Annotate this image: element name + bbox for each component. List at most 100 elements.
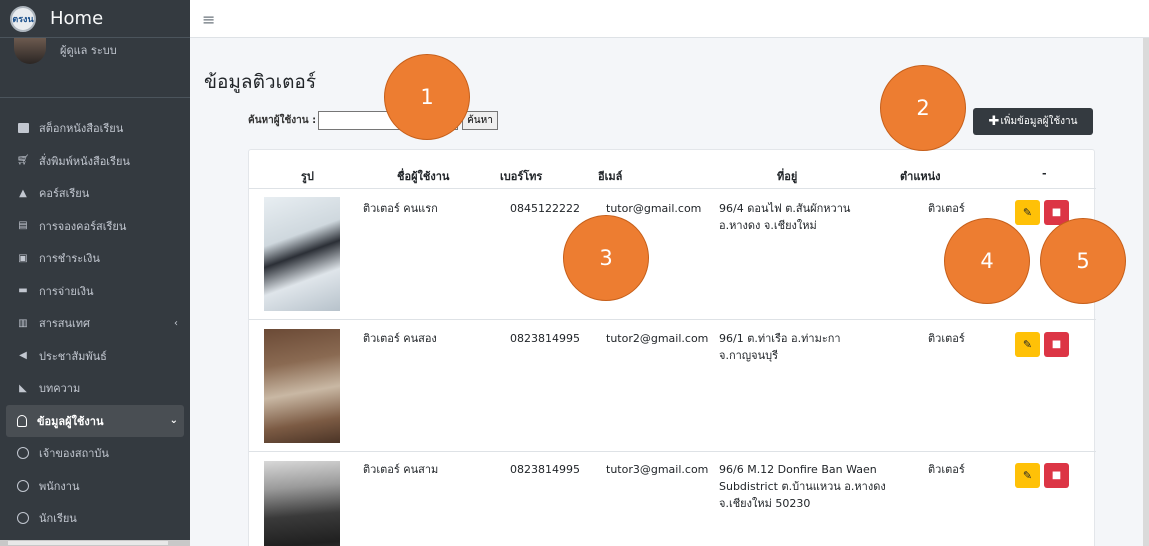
phone-cell: 0823814995: [510, 463, 580, 476]
document-icon: ▤: [18, 220, 28, 232]
avatar: [14, 38, 46, 64]
credit-card-icon: ▬: [18, 285, 28, 297]
column-header: อีเมล์: [598, 170, 623, 183]
sidebar-item-label: เจ้าของสถาบัน: [39, 447, 109, 461]
brand-logo: ตรงน: [10, 5, 36, 32]
sidebar-item-label: ประชาสัมพันธ์: [39, 349, 107, 363]
sidebar-item-label: นักเรียน: [39, 512, 77, 526]
sidebar-item-label: พนักงาน: [39, 479, 80, 493]
chevron-down-icon: ⌄: [169, 415, 178, 427]
position-cell: ติวเตอร์: [928, 202, 965, 215]
search-button[interactable]: ค้นหา: [462, 111, 498, 130]
column-header: ชื่อผู้ใช้งาน: [397, 170, 450, 183]
column-header: รูป: [301, 170, 314, 183]
circle-icon: [17, 512, 29, 525]
edit-button[interactable]: ✎: [1015, 200, 1040, 225]
rss-icon: ◣: [19, 382, 27, 394]
phone-cell: 0823814995: [510, 332, 580, 345]
trash-icon: ■: [1051, 207, 1062, 218]
tutor-photo: [264, 197, 340, 311]
sidebar-subitem-staff[interactable]: พนักงาน: [0, 470, 190, 503]
chart-icon: ▥: [18, 317, 28, 329]
trash-icon: ■: [1051, 470, 1062, 481]
edit-icon: ✎: [1022, 469, 1033, 482]
edit-icon: ✎: [1022, 338, 1033, 351]
edit-icon: ✎: [1022, 206, 1033, 219]
sidebar-subitem-student[interactable]: นักเรียน: [0, 502, 190, 535]
sidebar-item-label: สารสนเทศ: [39, 317, 91, 331]
scrollbar-thumb[interactable]: [8, 541, 168, 545]
user-name: ผู้ดูแล ระบบ: [60, 44, 117, 57]
sidebar-item-announcement[interactable]: ◀ ประชาสัมพันธ์: [0, 340, 190, 373]
menu-icon[interactable]: ≡: [202, 10, 215, 29]
sidebar-item-payout[interactable]: ▬ การจ่ายเงิน: [0, 275, 190, 308]
top-navbar: ≡: [190, 0, 1149, 38]
email-cell: tutor@gmail.com: [606, 202, 702, 215]
email-cell: tutor3@gmail.com: [606, 463, 709, 476]
address-cell: 96/1 ต.ท่าเรือ อ.ท่ามะกา จ.กาญจนบุรี: [719, 330, 841, 364]
user-name-cell: ติวเตอร์ คนแรก: [363, 202, 438, 215]
page-scrollbar[interactable]: [1143, 38, 1149, 546]
address-cell: 96/6 M.12 Donfire Ban Waen Subdistrict ต…: [719, 461, 886, 512]
sidebar-item-payment[interactable]: ▣ การชำระเงิน: [0, 242, 190, 275]
sidebar-item-user-data[interactable]: ข้อมูลผู้ใช้งาน ⌄: [6, 404, 184, 437]
column-header: ที่อยู่: [777, 170, 798, 183]
chevron-left-icon: ‹: [174, 317, 178, 329]
phone-cell: 0845122222: [510, 202, 580, 215]
sidebar-item-course-booking[interactable]: ▤ การจองคอร์สเรียน: [0, 210, 190, 243]
address-line: จ.กาญจนบุรี: [719, 349, 779, 362]
address-line: Subdistrict ต.บ้านแหวน อ.หางดง: [719, 480, 886, 493]
position-cell: ติวเตอร์: [928, 463, 965, 476]
inventory-icon: [17, 122, 29, 134]
sidebar-item-articles[interactable]: ◣ บทความ: [0, 372, 190, 405]
sidebar-item-stock[interactable]: สต็อกหนังสือเรียน: [0, 112, 190, 145]
add-user-button[interactable]: ✚ เพิ่มข้อมูลผู้ใช้งาน: [973, 108, 1093, 135]
delete-button[interactable]: ■: [1044, 332, 1069, 357]
circle-icon: [17, 479, 29, 492]
sidebar-item-label: คอร์สเรียน: [39, 187, 90, 201]
callout-4: 4: [944, 218, 1030, 304]
brand-link[interactable]: ตรงน Home: [0, 0, 190, 38]
page-title: ข้อมูลติวเตอร์: [204, 71, 317, 93]
sidebar-scrollbar[interactable]: [0, 540, 190, 546]
sidebar-item-information[interactable]: ▥ สารสนเทศ ‹: [0, 307, 190, 340]
search-label: ค้นหาผู้ใช้งาน :: [248, 115, 317, 126]
table-row: ติวเตอร์ คนสอง 0823814995 tutor2@gmail.c…: [249, 321, 1096, 452]
column-header: ตำแหน่ง: [900, 170, 941, 183]
sidebar-item-print-order[interactable]: 🛒︎ สั่งพิมพ์หนังสือเรียน: [0, 145, 190, 178]
user-icon: [17, 414, 27, 427]
trash-icon: ■: [1051, 339, 1062, 350]
address-cell: 96/4 ดอนไฟ ต.สันผักหวาน อ.หางดง จ.เชียงใ…: [719, 200, 850, 234]
address-line: อ.หางดง จ.เชียงใหม่: [719, 219, 817, 232]
email-cell: tutor2@gmail.com: [606, 332, 709, 345]
tutor-photo: [264, 461, 340, 546]
user-panel[interactable]: ผู้ดูแล ระบบ: [0, 38, 190, 98]
callout-2: 2: [880, 65, 966, 151]
plus-icon: ✚: [988, 114, 1000, 129]
address-line: 96/1 ต.ท่าเรือ อ.ท่ามะกา: [719, 332, 841, 345]
graduation-cap-icon: ▲: [19, 187, 27, 199]
column-header: -: [1042, 167, 1047, 180]
table-row: ติวเตอร์ คนสาม 0823814995 tutor3@gmail.c…: [249, 453, 1096, 546]
edit-button[interactable]: ✎: [1015, 463, 1040, 488]
megaphone-icon: ◀: [19, 350, 27, 362]
sidebar-item-label: สั่งพิมพ์หนังสือเรียน: [39, 154, 130, 168]
sidebar-item-label: การจ่ายเงิน: [39, 284, 94, 298]
sidebar-item-label: การจองคอร์สเรียน: [39, 219, 127, 233]
user-name-cell: ติวเตอร์ คนสอง: [363, 332, 437, 345]
sidebar: ตรงน Home ผู้ดูแล ระบบ สต็อกหนังสือเรียน…: [0, 0, 190, 546]
sidebar-item-label: สต็อกหนังสือเรียน: [39, 122, 124, 136]
brand-text: Home: [50, 8, 104, 29]
cart-icon: 🛒︎: [16, 155, 30, 167]
sidebar-item-label: บทความ: [39, 382, 81, 396]
address-line: 96/6 M.12 Donfire Ban Waen: [719, 463, 877, 476]
sidebar-item-courses[interactable]: ▲ คอร์สเรียน: [0, 177, 190, 210]
edit-button[interactable]: ✎: [1015, 332, 1040, 357]
delete-button[interactable]: ■: [1044, 463, 1069, 488]
callout-5: 5: [1040, 218, 1126, 304]
circle-icon: [17, 447, 29, 460]
users-table: รูป ชื่อผู้ใช้งาน เบอร์โทร อีเมล์ ที่อยู…: [248, 149, 1096, 546]
sidebar-subitem-owner[interactable]: เจ้าของสถาบัน: [0, 437, 190, 470]
callout-3: 3: [563, 215, 649, 301]
user-name-cell: ติวเตอร์ คนสาม: [363, 463, 439, 476]
